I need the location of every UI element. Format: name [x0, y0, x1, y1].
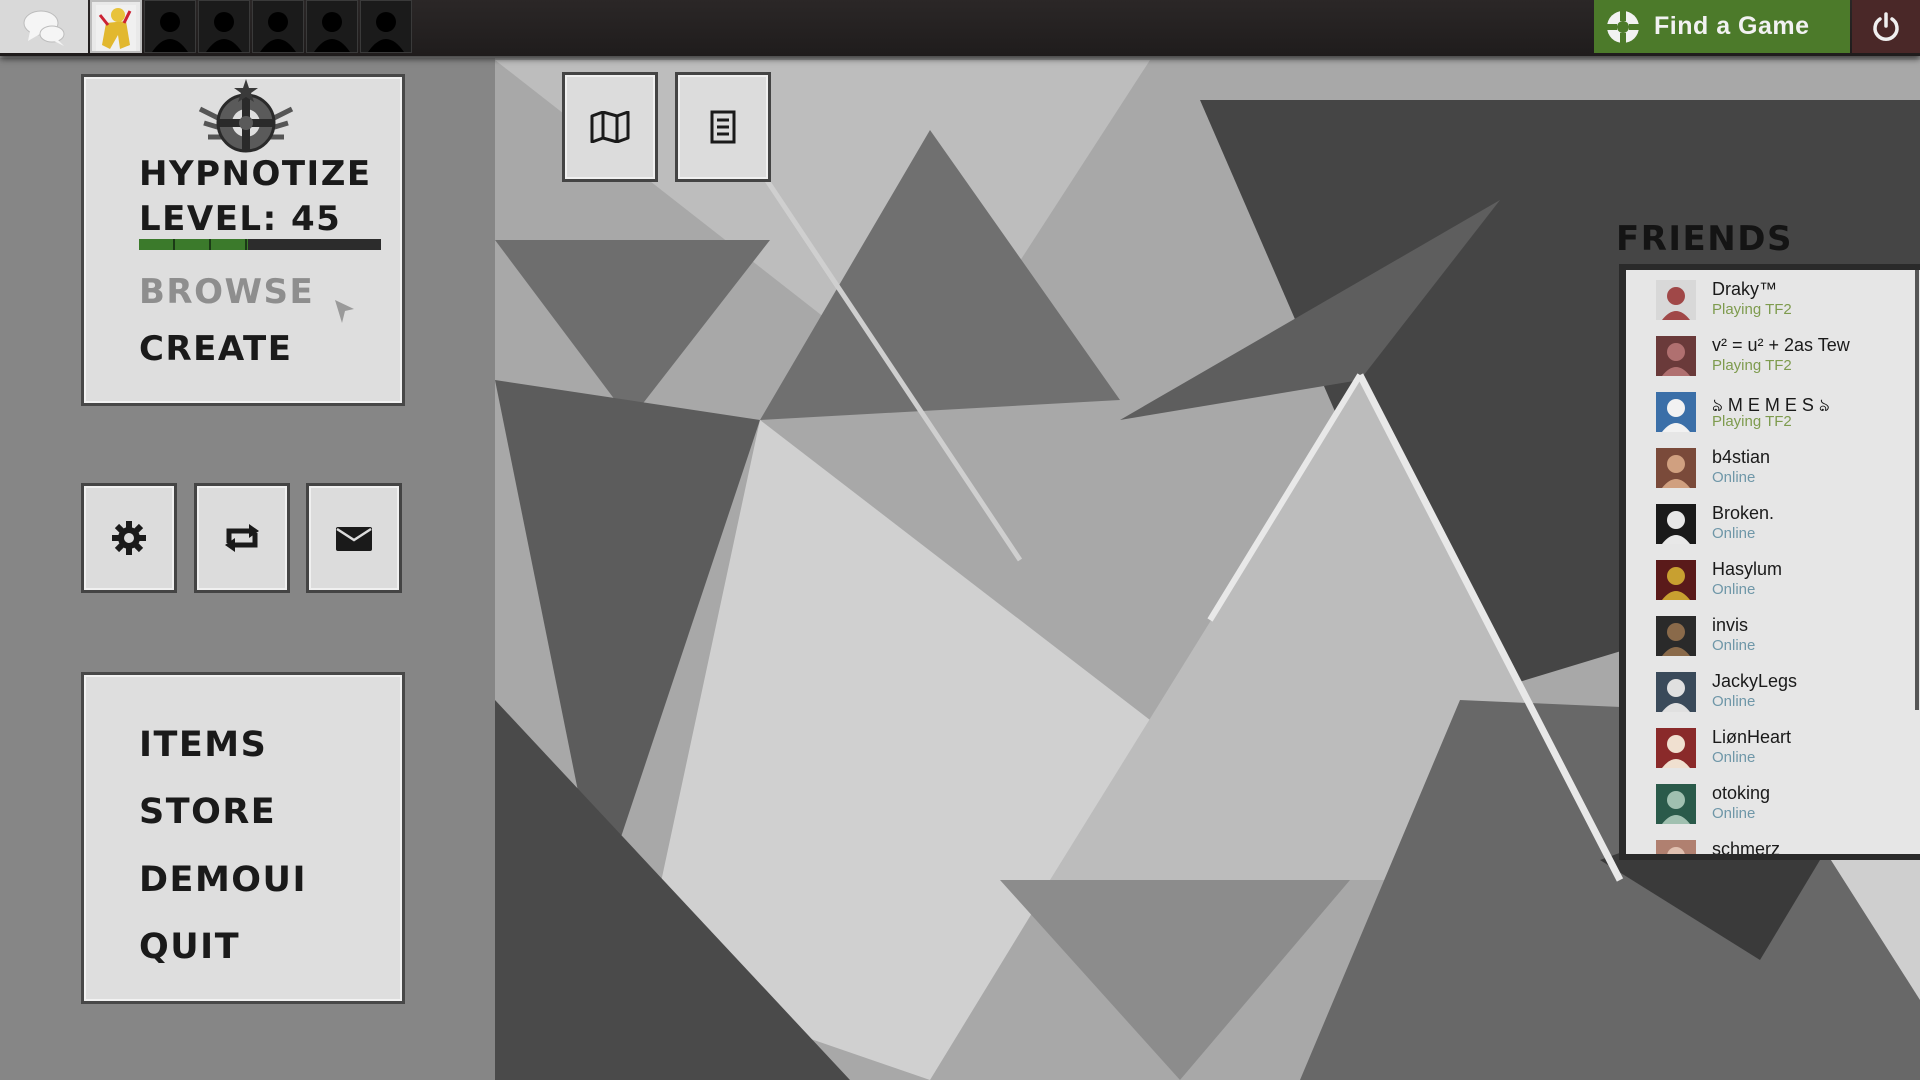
mail-button[interactable]: [306, 483, 402, 593]
party-slot-empty[interactable]: [306, 0, 358, 53]
friend-status: Playing TF2: [1712, 413, 1792, 430]
find-a-game-label: Find a Game: [1654, 12, 1810, 40]
friend-name: Draky™: [1712, 279, 1778, 299]
friend-status: Online: [1712, 637, 1756, 654]
mouse-cursor-icon: [335, 300, 354, 323]
player-name: HYPNOTIZE: [139, 154, 372, 194]
friend-avatar-icon: [1656, 784, 1696, 824]
friend-avatar-icon: [1656, 728, 1696, 768]
refresh-button[interactable]: [194, 483, 290, 593]
tf2-logo-icon: [1606, 9, 1640, 44]
friend-name: LiønHeart: [1712, 727, 1792, 747]
friend-name: b4stian: [1712, 447, 1771, 467]
mail-icon: [336, 527, 372, 551]
map-button[interactable]: [562, 72, 658, 182]
friend-name: invis: [1712, 615, 1749, 635]
friend-status: Online: [1712, 749, 1756, 766]
silhouette-icon: [260, 12, 296, 52]
find-a-game-button[interactable]: Find a Game: [1594, 0, 1850, 53]
friend-name: Hasylum: [1712, 559, 1783, 579]
party-slot-empty[interactable]: [252, 0, 304, 53]
power-icon: [1873, 11, 1899, 41]
friend-avatar-icon: [1656, 392, 1696, 432]
friend-row[interactable]: Hasylum Online: [1626, 550, 1920, 606]
friend-avatar-icon: [1656, 504, 1696, 544]
party-slot-empty[interactable]: [360, 0, 412, 53]
friend-row[interactable]: invis Online: [1626, 606, 1920, 662]
friend-status: Online: [1712, 469, 1756, 486]
friend-status: Online: [1712, 581, 1756, 598]
friend-name: otoking: [1712, 783, 1771, 803]
friend-avatar-icon: [1656, 560, 1696, 600]
store-button[interactable]: STORE: [139, 795, 276, 830]
friend-row[interactable]: Draky™ Playing TF2: [1626, 270, 1920, 326]
friend-status: Playing TF2: [1712, 357, 1792, 374]
friends-heading: FRIENDS: [1616, 219, 1793, 259]
friend-name: schmerz: [1712, 839, 1781, 854]
friend-avatar-icon: [1656, 336, 1696, 376]
items-button[interactable]: ITEMS: [139, 728, 267, 763]
xp-progress-fill: [139, 239, 248, 250]
player-avatar-icon: [96, 5, 136, 51]
friends-panel: Draky™ Playing TF2 v² = u² + 2as Tew Playin…: [1619, 264, 1920, 860]
friend-avatar-icon: [1656, 672, 1696, 712]
quit-button[interactable]: QUIT: [139, 930, 240, 965]
friends-list[interactable]: Draky™ Playing TF2 v² = u² + 2as Tew Playin…: [1626, 270, 1920, 854]
create-button[interactable]: CREATE: [139, 332, 292, 366]
friend-row[interactable]: b4stian Online: [1626, 438, 1920, 494]
friend-row[interactable]: Broken. Online: [1626, 494, 1920, 550]
silhouette-icon: [206, 12, 242, 52]
notes-button[interactable]: [675, 72, 771, 182]
notes-icon: [710, 110, 736, 144]
demoui-button[interactable]: DEMOUI: [139, 863, 307, 898]
xp-progress-bar: [139, 239, 381, 250]
friend-name: v² = u² + 2as Tew: [1712, 335, 1850, 355]
party-slot-empty[interactable]: [144, 0, 196, 53]
silhouette-icon: [368, 12, 404, 52]
top-bar: Find a Game: [0, 0, 1920, 56]
friend-status: Online: [1712, 525, 1756, 542]
party-slot-self[interactable]: [90, 0, 142, 53]
player-level: LEVEL: 45: [139, 199, 342, 239]
friend-row[interactable]: LiønHeart Online: [1626, 718, 1920, 774]
friend-row[interactable]: JackyLegs Online: [1626, 662, 1920, 718]
silhouette-icon: [152, 12, 188, 52]
refresh-icon: [225, 524, 259, 552]
map-icon: [590, 111, 630, 143]
quit-power-button[interactable]: [1852, 0, 1920, 53]
friend-row[interactable]: otoking Online: [1626, 774, 1920, 830]
friend-name: Broken.: [1712, 503, 1775, 523]
tf2-emblem-icon: [198, 79, 294, 153]
party-slot-empty[interactable]: [198, 0, 250, 53]
party-slots: [90, 0, 412, 53]
friend-status: Online: [1712, 805, 1756, 822]
settings-button[interactable]: [81, 483, 177, 593]
profile-panel: HYPNOTIZE LEVEL: 45 BROWSE CREATE: [81, 74, 405, 406]
friend-name: JackyLegs: [1712, 671, 1798, 691]
chat-button[interactable]: [0, 0, 88, 53]
friend-avatar-icon: [1656, 616, 1696, 656]
friend-avatar-icon: [1656, 280, 1696, 320]
chat-bubbles-icon: [23, 10, 65, 46]
friend-row[interactable]: ঌ M E M E S ঌ Playing TF2: [1626, 382, 1920, 438]
friend-row[interactable]: schmerz: [1626, 830, 1920, 854]
friend-avatar-icon: [1656, 840, 1696, 854]
browse-button[interactable]: BROWSE: [139, 275, 314, 309]
silhouette-icon: [314, 12, 350, 52]
gear-icon: [112, 521, 146, 555]
friend-status: Playing TF2: [1712, 301, 1792, 318]
main-menu-panel: ITEMS STORE DEMOUI QUIT: [81, 672, 405, 1004]
friend-row[interactable]: v² = u² + 2as Tew Playing TF2: [1626, 326, 1920, 382]
friend-avatar-icon: [1656, 448, 1696, 488]
friend-status: Online: [1712, 693, 1756, 710]
